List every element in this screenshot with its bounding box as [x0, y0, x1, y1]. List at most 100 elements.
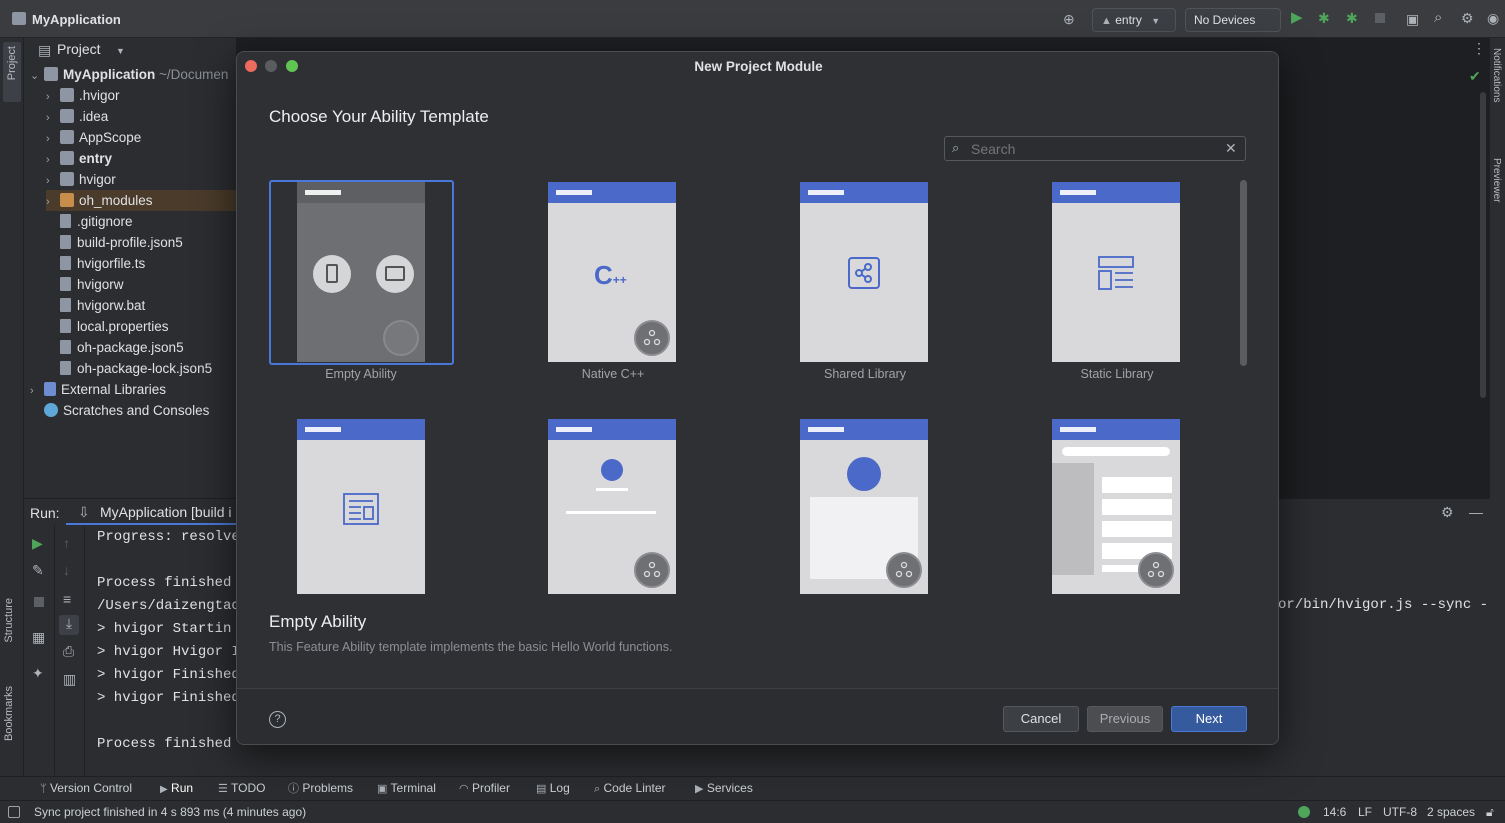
- stop-icon[interactable]: [1375, 13, 1385, 23]
- console-line: > hvigor Startin: [97, 621, 232, 637]
- tree-item[interactable]: › .idea: [46, 106, 108, 127]
- tree-item[interactable]: › AppScope: [46, 127, 141, 148]
- editor-scrollbar[interactable]: [1480, 92, 1486, 398]
- minimize-icon[interactable]: —: [1469, 504, 1483, 520]
- tree-root[interactable]: ⌄ MyApplication ~/Documen: [30, 64, 228, 85]
- search-input[interactable]: [971, 140, 1221, 158]
- tree-item[interactable]: local.properties: [46, 316, 169, 337]
- search-icon[interactable]: ⌕: [1434, 10, 1442, 26]
- side-tab-project-label: Project: [6, 46, 18, 81]
- branch-icon: ᛘ: [40, 783, 47, 795]
- tab-profiler[interactable]: ◠ Profiler: [459, 781, 510, 797]
- lock-icon[interactable]: 🔓︎: [1486, 804, 1494, 820]
- tree-item[interactable]: hvigorw: [46, 274, 124, 295]
- gear-icon[interactable]: ⚙: [1461, 10, 1474, 26]
- tab-problems[interactable]: ⓘ Problems: [288, 781, 353, 797]
- run-panel: Run: ⇩ MyApplication [build i ▶ ✎ ▦ ✦ ↑ …: [24, 498, 236, 777]
- tree-item[interactable]: hvigorw.bat: [46, 295, 145, 316]
- side-tab-structure[interactable]: Structure: [3, 598, 15, 646]
- side-tab-project[interactable]: Project: [3, 42, 21, 102]
- tab-code-linter[interactable]: ⌕ Code Linter: [594, 781, 666, 797]
- tree-item[interactable]: build-profile.json5: [46, 232, 183, 253]
- print-icon[interactable]: ⎙: [63, 643, 74, 659]
- help-icon[interactable]: ?: [269, 711, 286, 728]
- tree-item[interactable]: oh-package.json5: [46, 337, 184, 358]
- next-button[interactable]: Next: [1171, 706, 1247, 732]
- debug-icon[interactable]: ✱: [1318, 10, 1330, 26]
- tab-todo[interactable]: ☰ TODO: [218, 781, 265, 797]
- gear-icon[interactable]: ⚙: [1441, 504, 1454, 520]
- sync-status-icon[interactable]: [1298, 806, 1310, 818]
- device-dropdown[interactable]: No Devices ▼: [1185, 8, 1281, 48]
- stop-icon[interactable]: [34, 597, 44, 607]
- tree-item-label: build-profile.json5: [77, 235, 183, 250]
- more-options-icon[interactable]: ⋮: [1472, 40, 1486, 56]
- file-encoding[interactable]: UTF-8: [1383, 805, 1417, 819]
- tree-scratches[interactable]: Scratches and Consoles: [30, 400, 209, 421]
- side-tab-previewer[interactable]: Previewer: [1491, 158, 1502, 202]
- account-icon[interactable]: ◉: [1487, 10, 1499, 26]
- template-card-native-cpp[interactable]: C++: [548, 182, 676, 362]
- project-view-title[interactable]: Project: [57, 41, 101, 57]
- clear-icon[interactable]: ✕: [1225, 140, 1237, 156]
- tree-item[interactable]: › entry: [46, 148, 112, 169]
- tab-run[interactable]: ▶ Run: [160, 781, 193, 798]
- run-icon[interactable]: ▶: [1291, 10, 1303, 26]
- side-tab-bookmarks[interactable]: Bookmarks: [3, 686, 15, 744]
- left-tool-strip: Project Structure Bookmarks: [0, 38, 24, 801]
- card-header: [548, 182, 676, 203]
- tool-window-bar: ᛘ Version Control ▶ Run ☰ TODO ⓘ Problem…: [0, 776, 1505, 800]
- attach-debugger-icon[interactable]: ✱: [1346, 10, 1358, 26]
- run-tab-label: MyApplication [build i: [100, 504, 232, 520]
- cancel-button[interactable]: Cancel: [1003, 706, 1079, 732]
- template-card-shared-library[interactable]: [800, 182, 928, 362]
- wrench-icon[interactable]: ✎: [32, 562, 44, 578]
- window-toggle-icon[interactable]: [8, 806, 20, 818]
- scroll-to-end-icon[interactable]: ⤓: [59, 615, 79, 635]
- previous-button[interactable]: Previous: [1087, 706, 1163, 732]
- caret-position[interactable]: 14:6: [1323, 805, 1346, 819]
- template-card-6[interactable]: [548, 419, 676, 594]
- template-card-8[interactable]: [1052, 419, 1180, 594]
- target-icon[interactable]: ⊕: [1063, 11, 1075, 27]
- template-search[interactable]: ⌕ ✕: [944, 136, 1246, 161]
- run-config-dropdown[interactable]: ▲ entry ▼: [1092, 8, 1176, 32]
- layout-icon[interactable]: ▦: [32, 629, 45, 645]
- tree-external-libraries[interactable]: › External Libraries: [30, 379, 166, 400]
- tree-item[interactable]: › hvigor: [46, 169, 116, 190]
- rerun-icon[interactable]: ▶: [32, 535, 43, 551]
- device-manager-icon[interactable]: ▣: [1406, 11, 1419, 27]
- template-card-static-library[interactable]: [1052, 182, 1180, 362]
- tab-version-control[interactable]: ᛘ Version Control: [40, 781, 132, 797]
- tree-item[interactable]: .gitignore: [46, 211, 133, 232]
- chevron-down-icon[interactable]: ▼: [116, 43, 125, 59]
- pin-icon[interactable]: ✦: [32, 665, 44, 681]
- tab-services[interactable]: ▶ Services: [695, 781, 753, 797]
- down-arrow-icon[interactable]: ↓: [63, 562, 70, 578]
- tab-label: Run: [171, 781, 194, 795]
- tree-item[interactable]: › oh_modules: [46, 190, 236, 211]
- tab-log[interactable]: ▤ Log: [536, 781, 570, 797]
- template-scrollbar[interactable]: [1240, 180, 1247, 366]
- tree-item[interactable]: › .hvigor: [46, 85, 120, 106]
- tab-terminal[interactable]: ▣ Terminal: [377, 781, 436, 797]
- dialog-footer: ? Cancel Previous Next: [237, 688, 1278, 744]
- trash-icon[interactable]: ▥: [63, 671, 76, 687]
- line-separator[interactable]: LF: [1358, 805, 1372, 819]
- run-toolbar-left: ▶ ✎ ▦ ✦: [24, 525, 54, 775]
- panel-layout-icon: ▤: [38, 42, 52, 58]
- soft-wrap-icon[interactable]: ≡: [63, 591, 71, 607]
- template-card-7[interactable]: [800, 419, 928, 594]
- template-card-5[interactable]: [297, 419, 425, 594]
- up-arrow-icon[interactable]: ↑: [63, 535, 70, 551]
- console-line: /Users/daizengtac: [97, 598, 236, 614]
- side-tab-notifications[interactable]: Notifications: [1491, 48, 1502, 102]
- run-tab[interactable]: ⇩ MyApplication [build i: [66, 499, 236, 525]
- run-console[interactable]: Progress: resolve Process finished/Users/…: [84, 527, 236, 777]
- check-icon: ✔: [1469, 68, 1481, 84]
- tree-item[interactable]: hvigorfile.ts: [46, 253, 145, 274]
- chevron-down-icon: ⌄: [30, 70, 40, 82]
- template-card-empty-ability[interactable]: [297, 182, 425, 362]
- tree-item[interactable]: oh-package-lock.json5: [46, 358, 212, 379]
- indent-setting[interactable]: 2 spaces: [1427, 805, 1475, 819]
